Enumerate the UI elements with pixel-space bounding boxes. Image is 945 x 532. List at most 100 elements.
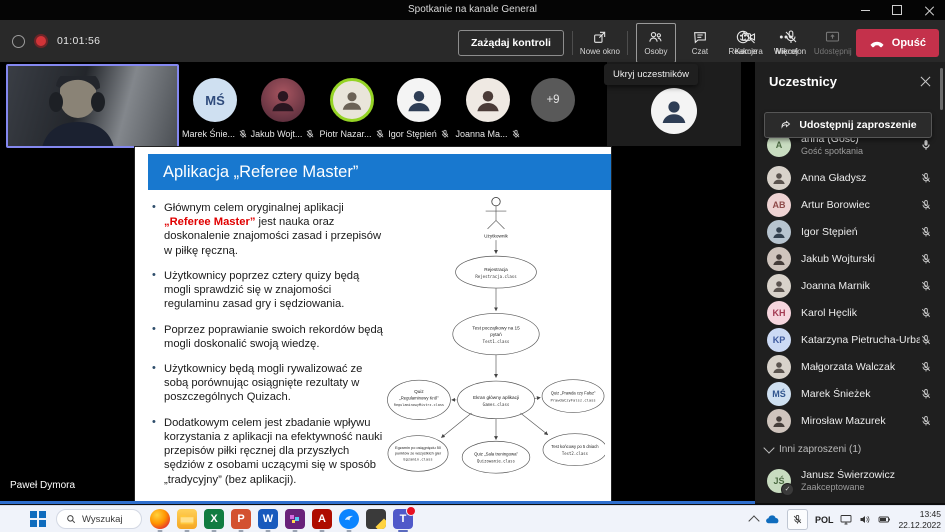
panel-scrollbar[interactable] (940, 68, 943, 110)
teams-icon[interactable]: T (393, 509, 413, 529)
volume-icon[interactable] (859, 514, 871, 525)
notes-app-icon[interactable] (366, 509, 386, 529)
self-video-person (32, 76, 152, 148)
tray-mic-muted-button[interactable] (787, 509, 808, 530)
minimize-button[interactable] (849, 0, 881, 20)
svg-text:Games.class: Games.class (483, 402, 510, 407)
accepted-badge-icon: ✓ (781, 483, 794, 496)
participant-row[interactable]: MŚ Marek Śnieżek (755, 380, 945, 407)
folder-icon (180, 513, 194, 525)
meeting-timer: 01:01:56 (57, 35, 100, 47)
participant-row[interactable]: KH Karol Hęclik (755, 299, 945, 326)
system-tray: POL 13:45 22.12.2022 (750, 506, 941, 532)
share-screen-button[interactable]: Udostępnij (814, 24, 852, 62)
mic-muted-icon (920, 361, 932, 373)
svg-text:Quiz: Quiz (414, 389, 424, 394)
node-test-koncowy: Test końcowy po 5 dniach Test2.class (543, 434, 605, 466)
participant-row[interactable]: Joanna Marnik (755, 272, 945, 299)
slide-bullet-list: Głównym celem oryginalnej aplikacji „Ref… (152, 201, 386, 498)
time: 13:45 (898, 509, 941, 520)
participant-row[interactable]: Igor Stępień (755, 218, 945, 245)
node-ekran-glowny: Ekran główny aplikacji Games.class (457, 381, 534, 419)
hang-up-icon (869, 37, 885, 49)
firefox-icon[interactable] (150, 509, 170, 529)
overflow-participants-tile[interactable]: +9 (511, 78, 595, 122)
avatar (767, 247, 791, 271)
node-test-poczatkowy: Test początkowy na 15 pytań Test1.class (453, 313, 539, 354)
participants-panel-title: Uczestnicy (769, 74, 837, 89)
battery-icon[interactable] (878, 514, 891, 525)
svg-text:Test2.class: Test2.class (562, 451, 588, 456)
close-button[interactable] (913, 0, 945, 20)
participant-name: Marek Śnieżek (801, 388, 920, 400)
mic-muted-icon (920, 253, 932, 265)
participant-name: Igor Stępień (801, 226, 920, 238)
hidden-icons-chevron-icon[interactable] (748, 515, 759, 526)
participant-row[interactable]: KP Katarzyna Pietrucha-Urbanik (755, 326, 945, 353)
file-explorer-icon[interactable] (177, 509, 197, 529)
request-control-button[interactable]: Zażądaj kontroli (458, 30, 564, 56)
participant-name: Jakub Wojt... (251, 129, 303, 139)
thunderbird-icon[interactable] (339, 509, 359, 529)
person-photo-icon (473, 85, 503, 115)
svg-text:Egzamin po osiągnięciu 50: Egzamin po osiągnięciu 50 (395, 446, 441, 450)
participant-name: Igor Stępień (388, 129, 437, 139)
self-video-tile[interactable] (6, 64, 179, 148)
slide-bullet: Głównym celem oryginalnej aplikacji „Ref… (152, 201, 386, 258)
participant-name: Katarzyna Pietrucha-Urbanik (801, 334, 920, 346)
language-indicator[interactable]: POL (815, 515, 834, 525)
person-photo-icon (771, 224, 787, 240)
display-icon[interactable] (840, 514, 852, 525)
word-icon[interactable]: W (258, 509, 278, 529)
others-invited-section[interactable]: Inni zaproszeni (1) (755, 434, 945, 461)
node-rejestracja: Rejestracja Rejestracja.class (456, 256, 537, 288)
people-button[interactable]: Osoby (636, 23, 676, 63)
leave-button[interactable]: Opuść (856, 29, 939, 57)
actor-uzytkownik: Użytkownik (484, 197, 508, 238)
referee-master-highlight: „Referee Master” (164, 216, 255, 228)
mic-muted-icon (792, 514, 803, 525)
avatar (767, 355, 791, 379)
avatar: KH (767, 301, 791, 325)
share-invite-icon (779, 119, 792, 131)
teams-meeting-window: Spotkanie na kanale General 01:01:56 Zaż… (0, 0, 945, 532)
invited-participant-row[interactable]: JŚ✓ Janusz ŚwierzowiczZaakceptowane (755, 461, 945, 500)
svg-text:Egzamin.class: Egzamin.class (403, 458, 432, 462)
overflow-count: +9 (531, 78, 575, 122)
onedrive-icon[interactable] (765, 514, 780, 525)
recording-indicator-icon (34, 34, 48, 48)
mic-muted-icon (920, 388, 932, 400)
mic-muted-icon (511, 129, 521, 139)
person-photo-icon (404, 85, 434, 115)
svg-text:Ekran główny aplikacji: Ekran główny aplikacji (473, 395, 519, 400)
close-panel-button[interactable] (918, 74, 932, 88)
participant-row[interactable]: AB Artur Borowiec (755, 191, 945, 218)
mic-off-icon (783, 29, 799, 45)
svg-text:PrawdaCzyFalsz.class: PrawdaCzyFalsz.class (550, 398, 595, 402)
svg-text:Test1.class: Test1.class (483, 339, 510, 344)
microphone-button[interactable]: Mikrofon (772, 24, 810, 62)
mic-muted-icon (920, 172, 932, 184)
visual-studio-icon[interactable] (285, 509, 305, 529)
taskbar-search[interactable]: Wyszukaj (56, 509, 142, 529)
powerpoint-icon[interactable]: P (231, 509, 251, 529)
participant-row[interactable]: Anna Gładysz (755, 164, 945, 191)
start-button[interactable] (30, 511, 46, 527)
svg-text:Quiz „Prawda czy Fałsz”: Quiz „Prawda czy Fałsz” (551, 390, 596, 395)
participant-row[interactable]: Małgorzata Walczak (755, 353, 945, 380)
participant-row[interactable]: Jakub Wojturski (755, 245, 945, 272)
share-invite-button[interactable]: Udostępnij zaproszenie (764, 112, 932, 138)
excel-icon[interactable]: X (204, 509, 224, 529)
maximize-button[interactable] (881, 0, 913, 20)
date: 22.12.2022 (898, 520, 941, 531)
chat-button[interactable]: Czat (681, 24, 719, 62)
taskbar-clock[interactable]: 13:45 22.12.2022 (898, 509, 941, 530)
avatar (651, 88, 697, 134)
mic-muted-icon (920, 226, 932, 238)
acrobat-icon[interactable]: A (312, 509, 332, 529)
mic-on-icon (920, 139, 932, 151)
window-titlebar: Spotkanie na kanale General (0, 0, 945, 20)
camera-button[interactable]: Kamera (730, 24, 768, 62)
new-window-button[interactable]: Nowe okno (581, 24, 619, 62)
participant-row[interactable]: Mirosław Mazurek (755, 407, 945, 434)
